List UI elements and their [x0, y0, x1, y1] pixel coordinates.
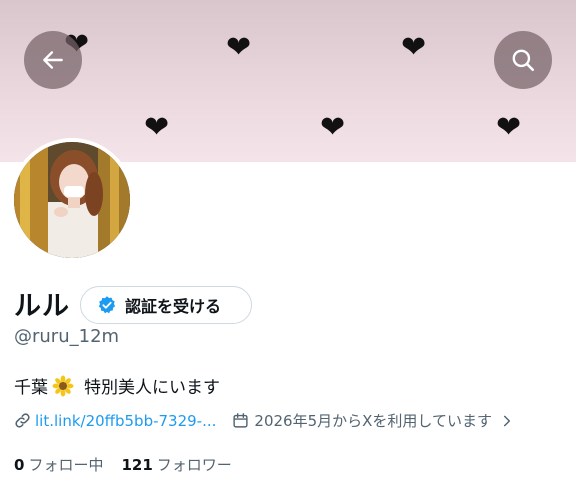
heart-icon: ❤: [320, 110, 346, 145]
chevron-right-icon: [503, 415, 510, 426]
profile-handle: @ruru_12m: [14, 326, 120, 347]
verified-badge-icon: [98, 296, 116, 314]
link-icon: [15, 413, 30, 428]
calendar-icon: [233, 413, 248, 428]
profile-bio: 千葉 特別美人にいます: [14, 373, 220, 398]
following-link[interactable]: 0 フォロー中: [14, 454, 103, 475]
sunflower-emoji-icon: [52, 374, 74, 397]
avatar[interactable]: [10, 138, 134, 262]
heart-icon: ❤: [226, 30, 252, 65]
back-button[interactable]: [24, 31, 82, 89]
profile-banner[interactable]: ❤ ❤ ❤ ❤ ❤ ❤: [0, 0, 576, 162]
followers-count: 121: [121, 456, 153, 474]
search-icon: [512, 49, 535, 72]
avatar-image: [14, 142, 130, 258]
following-label: フォロー中: [28, 456, 104, 474]
follow-stats: 0 フォロー中 121 フォロワー: [14, 454, 232, 475]
profile-name: ルル: [14, 291, 70, 322]
heart-icon: ❤: [496, 110, 522, 145]
following-count: 0: [14, 456, 25, 474]
bio-location-text: 千葉: [14, 378, 48, 398]
bio-text: 特別美人にいます: [84, 378, 220, 398]
heart-icon: ❤: [144, 110, 170, 145]
get-verified-button[interactable]: 認証を受ける: [80, 286, 252, 324]
get-verified-label: 認証を受ける: [125, 297, 222, 316]
followers-link[interactable]: 121 フォロワー: [121, 454, 231, 475]
heart-icon: ❤: [401, 30, 427, 65]
profile-meta: lit.link/20ffb5bb-7329-... 2026年5月からXを利用…: [14, 410, 514, 431]
profile-link[interactable]: lit.link/20ffb5bb-7329-...: [35, 412, 216, 430]
search-button[interactable]: [494, 31, 552, 89]
followers-label: フォロワー: [156, 456, 232, 474]
join-date-text: 2026年5月からXを利用しています: [254, 412, 492, 430]
arrow-left-icon: [43, 51, 63, 69]
join-date[interactable]: 2026年5月からXを利用しています: [232, 410, 514, 431]
